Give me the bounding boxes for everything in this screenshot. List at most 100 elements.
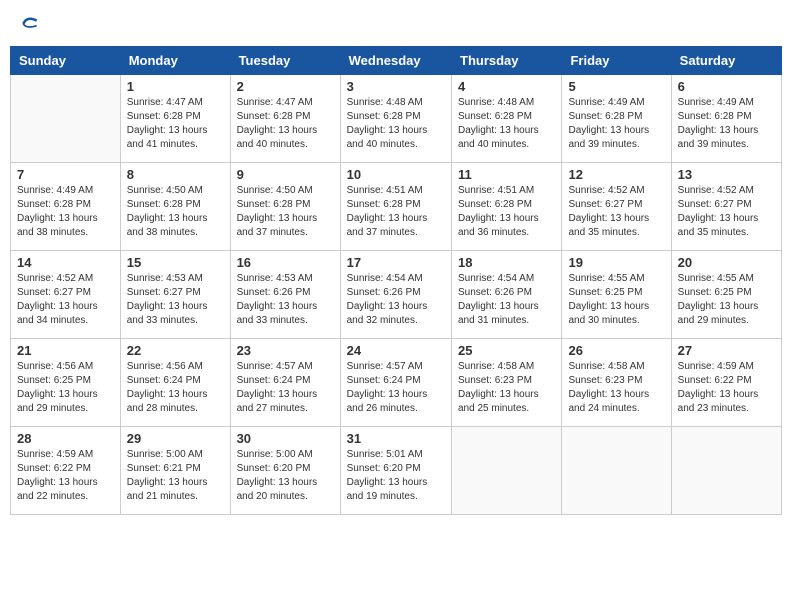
day-number: 25 xyxy=(458,343,555,358)
day-number: 17 xyxy=(347,255,445,270)
sunrise-text: Sunrise: 4:55 AM xyxy=(568,272,664,286)
day-info: Sunrise: 4:47 AMSunset: 6:28 PMDaylight:… xyxy=(237,96,334,152)
sunrise-text: Sunrise: 4:59 AM xyxy=(678,360,775,374)
sunset-text: Sunset: 6:28 PM xyxy=(458,198,555,212)
weekday-header: Monday xyxy=(120,47,230,75)
daylight-text: Daylight: 13 hours and 31 minutes. xyxy=(458,300,555,328)
daylight-text: Daylight: 13 hours and 28 minutes. xyxy=(127,388,224,416)
daylight-text: Daylight: 13 hours and 35 minutes. xyxy=(678,212,775,240)
daylight-text: Daylight: 13 hours and 32 minutes. xyxy=(347,300,445,328)
daylight-text: Daylight: 13 hours and 35 minutes. xyxy=(568,212,664,240)
sunset-text: Sunset: 6:27 PM xyxy=(568,198,664,212)
day-info: Sunrise: 4:49 AMSunset: 6:28 PMDaylight:… xyxy=(568,96,664,152)
calendar-cell: 15Sunrise: 4:53 AMSunset: 6:27 PMDayligh… xyxy=(120,251,230,339)
sunset-text: Sunset: 6:26 PM xyxy=(347,286,445,300)
sunset-text: Sunset: 6:26 PM xyxy=(458,286,555,300)
sunrise-text: Sunrise: 4:47 AM xyxy=(127,96,224,110)
sunset-text: Sunset: 6:28 PM xyxy=(347,110,445,124)
calendar-cell: 24Sunrise: 4:57 AMSunset: 6:24 PMDayligh… xyxy=(340,339,451,427)
day-info: Sunrise: 4:53 AMSunset: 6:26 PMDaylight:… xyxy=(237,272,334,328)
day-info: Sunrise: 4:56 AMSunset: 6:25 PMDaylight:… xyxy=(17,360,114,416)
sunrise-text: Sunrise: 4:59 AM xyxy=(17,448,114,462)
daylight-text: Daylight: 13 hours and 23 minutes. xyxy=(678,388,775,416)
calendar-week-row: 28 Sunrise: 4:59 AMSunset: 6:22 PM Dayligh… xyxy=(11,427,782,515)
sunrise-text: Sunrise: 4:51 AM xyxy=(458,184,555,198)
weekday-header: Thursday xyxy=(452,47,562,75)
day-number: 11 xyxy=(458,167,555,182)
sunrise-text: Sunrise: 4:55 AM xyxy=(678,272,775,286)
calendar-cell xyxy=(562,427,671,515)
day-number: 13 xyxy=(678,167,775,182)
day-number: 29 xyxy=(127,431,224,446)
day-info: Sunrise: 4:48 AMSunset: 6:28 PMDaylight:… xyxy=(347,96,445,152)
calendar-week-row: 1Sunrise: 4:47 AMSunset: 6:28 PMDaylight… xyxy=(11,75,782,163)
calendar-cell: 1Sunrise: 4:47 AMSunset: 6:28 PMDaylight… xyxy=(120,75,230,163)
sunrise-text: Sunrise: 4:58 AM xyxy=(568,360,664,374)
day-info: Sunrise: 4:52 AMSunset: 6:27 PMDaylight:… xyxy=(17,272,114,328)
daylight-text: Daylight: 13 hours and 40 minutes. xyxy=(237,124,334,152)
sunset-text: Sunset: 6:28 PM xyxy=(127,110,224,124)
daylight-text: Daylight: 13 hours and 40 minutes. xyxy=(458,124,555,152)
day-info: Sunrise: 5:01 AMSunset: 6:20 PMDaylight:… xyxy=(347,448,445,504)
sunrise-text: Sunrise: 4:58 AM xyxy=(458,360,555,374)
day-number: 28 xyxy=(17,431,114,446)
calendar-cell: 30Sunrise: 5:00 AMSunset: 6:20 PMDayligh… xyxy=(230,427,340,515)
calendar-cell: 17Sunrise: 4:54 AMSunset: 6:26 PMDayligh… xyxy=(340,251,451,339)
calendar-week-row: 14 Sunrise: 4:52 AMSunset: 6:27 PMDayligh… xyxy=(11,251,782,339)
calendar-cell: 6Sunrise: 4:49 AMSunset: 6:28 PMDaylight… xyxy=(671,75,781,163)
day-info: Sunrise: 4:49 AMSunset: 6:28 PMDaylight:… xyxy=(678,96,775,152)
sunrise-text: Sunrise: 4:57 AM xyxy=(237,360,334,374)
sunrise-text: Sunrise: 4:57 AM xyxy=(347,360,445,374)
day-number: 12 xyxy=(568,167,664,182)
sunset-text: Sunset: 6:28 PM xyxy=(568,110,664,124)
daylight-text: Daylight: 13 hours and 25 minutes. xyxy=(458,388,555,416)
calendar-cell: 2Sunrise: 4:47 AMSunset: 6:28 PMDaylight… xyxy=(230,75,340,163)
header xyxy=(10,10,782,38)
day-info: Sunrise: 4:52 AMSunset: 6:27 PMDaylight:… xyxy=(678,184,775,240)
calendar-cell: 9Sunrise: 4:50 AMSunset: 6:28 PMDaylight… xyxy=(230,163,340,251)
day-number: 22 xyxy=(127,343,224,358)
sunset-text: Sunset: 6:22 PM xyxy=(678,374,775,388)
sunrise-text: Sunrise: 4:54 AM xyxy=(458,272,555,286)
sunset-text: Sunset: 6:28 PM xyxy=(127,198,224,212)
calendar-cell: 4Sunrise: 4:48 AMSunset: 6:28 PMDaylight… xyxy=(452,75,562,163)
daylight-text: Daylight: 13 hours and 34 minutes. xyxy=(17,300,114,328)
calendar-cell: 27Sunrise: 4:59 AMSunset: 6:22 PMDayligh… xyxy=(671,339,781,427)
day-number: 26 xyxy=(568,343,664,358)
day-info: Sunrise: 4:50 AMSunset: 6:28 PMDaylight:… xyxy=(127,184,224,240)
sunrise-text: Sunrise: 4:56 AM xyxy=(17,360,114,374)
calendar-cell: 16Sunrise: 4:53 AMSunset: 6:26 PMDayligh… xyxy=(230,251,340,339)
sunset-text: Sunset: 6:25 PM xyxy=(17,374,114,388)
sunrise-text: Sunrise: 4:48 AM xyxy=(347,96,445,110)
calendar-cell: 19Sunrise: 4:55 AMSunset: 6:25 PMDayligh… xyxy=(562,251,671,339)
day-number: 14 xyxy=(17,255,114,270)
day-number: 20 xyxy=(678,255,775,270)
weekday-header: Sunday xyxy=(11,47,121,75)
daylight-text: Daylight: 13 hours and 37 minutes. xyxy=(347,212,445,240)
sunset-text: Sunset: 6:20 PM xyxy=(347,462,445,476)
day-info: Sunrise: 4:57 AMSunset: 6:24 PMDaylight:… xyxy=(347,360,445,416)
sunrise-text: Sunrise: 4:47 AM xyxy=(237,96,334,110)
day-number: 8 xyxy=(127,167,224,182)
day-info: Sunrise: 4:55 AMSunset: 6:25 PMDaylight:… xyxy=(678,272,775,328)
sunrise-text: Sunrise: 5:00 AM xyxy=(127,448,224,462)
sunset-text: Sunset: 6:27 PM xyxy=(127,286,224,300)
daylight-text: Daylight: 13 hours and 29 minutes. xyxy=(17,388,114,416)
logo xyxy=(18,14,40,34)
day-number: 10 xyxy=(347,167,445,182)
sunrise-text: Sunrise: 4:51 AM xyxy=(347,184,445,198)
sunset-text: Sunset: 6:23 PM xyxy=(458,374,555,388)
daylight-text: Daylight: 13 hours and 39 minutes. xyxy=(678,124,775,152)
sunset-text: Sunset: 6:24 PM xyxy=(127,374,224,388)
calendar-cell: 26Sunrise: 4:58 AMSunset: 6:23 PMDayligh… xyxy=(562,339,671,427)
weekday-header: Friday xyxy=(562,47,671,75)
calendar-cell: 20 Sunrise: 4:55 AMSunset: 6:25 PMDayligh… xyxy=(671,251,781,339)
day-number: 4 xyxy=(458,79,555,94)
sunrise-text: Sunrise: 4:49 AM xyxy=(17,184,114,198)
daylight-text: Daylight: 13 hours and 21 minutes. xyxy=(127,476,224,504)
calendar-cell: 10Sunrise: 4:51 AMSunset: 6:28 PMDayligh… xyxy=(340,163,451,251)
calendar-cell: 3Sunrise: 4:48 AMSunset: 6:28 PMDaylight… xyxy=(340,75,451,163)
sunset-text: Sunset: 6:22 PM xyxy=(17,462,114,476)
calendar-cell: 7Sunrise: 4:49 AMSunset: 6:28 PMDaylight… xyxy=(11,163,121,251)
sunrise-text: Sunrise: 5:01 AM xyxy=(347,448,445,462)
